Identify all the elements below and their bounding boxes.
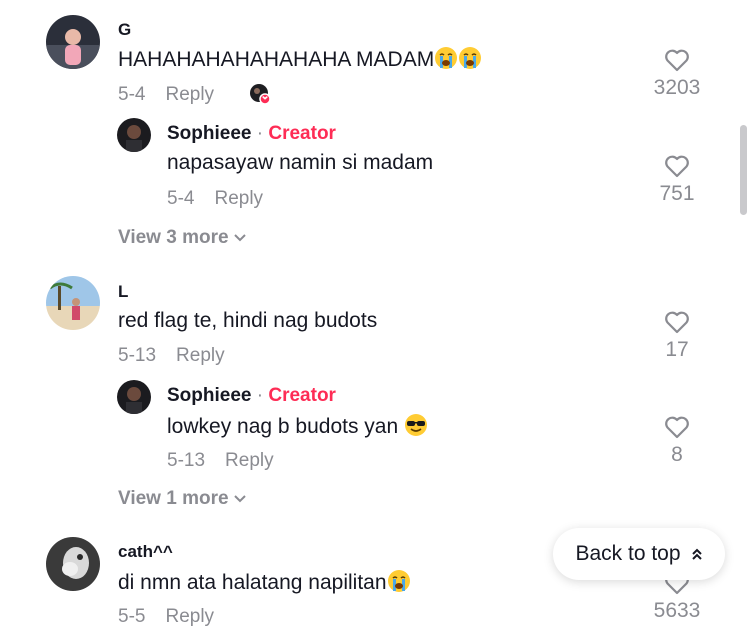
heart-icon — [665, 49, 689, 72]
double-chevron-up-icon — [691, 548, 702, 560]
comment-username[interactable]: L — [118, 282, 128, 302]
loudly-crying-face-emoji — [458, 46, 482, 76]
loudly-crying-face-emoji — [434, 46, 458, 76]
comment-text: red flag te, hindi nag budots — [118, 309, 378, 332]
avatar[interactable] — [46, 15, 100, 69]
heart-icon — [665, 416, 689, 439]
heart-icon — [665, 155, 689, 178]
reply-text: lowkey nag b budots yan — [167, 413, 428, 443]
back-to-top-label: Back to top — [575, 542, 681, 565]
like-button[interactable]: 8 — [647, 415, 707, 467]
avatar[interactable] — [46, 276, 100, 330]
like-count: 5633 — [653, 599, 701, 622]
like-button[interactable]: 3203 — [647, 48, 707, 100]
like-count: 8 — [671, 443, 683, 466]
comment-meta: 5-13 Reply — [118, 345, 225, 367]
reply-button[interactable]: Reply — [225, 450, 274, 471]
comment-text-content: di nmn ata halatang napilitan — [118, 571, 387, 594]
avatar[interactable] — [117, 118, 151, 152]
view-more-replies-button[interactable]: View 3 more — [118, 227, 247, 249]
comment-date: 5-13 — [118, 345, 157, 366]
like-button[interactable]: 17 — [647, 310, 707, 362]
like-count: 17 — [665, 338, 689, 361]
comment-date: 5-5 — [118, 606, 146, 627]
view-more-label: View 3 more — [118, 227, 229, 248]
back-to-top-button[interactable]: Back to top — [553, 528, 725, 580]
comment-username[interactable]: cath^^ — [118, 542, 173, 562]
reply-date: 5-13 — [167, 450, 206, 471]
loudly-crying-face-emoji — [387, 569, 411, 599]
avatar[interactable] — [117, 380, 151, 414]
comment-text: HAHAHAHAHAHAHAHA MADAM — [118, 46, 482, 76]
like-count: 3203 — [653, 76, 701, 99]
comment-text: di nmn ata halatang napilitan — [118, 569, 411, 599]
chevron-down-icon — [233, 234, 246, 242]
scrollbar[interactable] — [740, 125, 747, 215]
comment-date: 5-4 — [118, 84, 146, 105]
comment-text-content: HAHAHAHAHAHAHAHA MADAM — [118, 48, 435, 71]
reply-button[interactable]: Reply — [165, 606, 214, 627]
view-more-label: View 1 more — [118, 488, 229, 509]
like-button[interactable]: 751 — [647, 154, 707, 206]
separator: · — [256, 385, 264, 406]
reply-username-text[interactable]: Sophieee — [167, 385, 251, 406]
reply-username[interactable]: Sophieee · Creator — [167, 385, 336, 407]
separator: · — [256, 123, 264, 144]
reply-button[interactable]: Reply — [176, 345, 225, 366]
creator-badge: Creator — [268, 123, 336, 144]
reply-button[interactable]: Reply — [214, 188, 263, 209]
comment-username[interactable]: G — [118, 20, 131, 40]
reply-username-text[interactable]: Sophieee — [167, 123, 251, 144]
creator-liked-avatar — [249, 83, 271, 105]
reply-meta: 5-13 Reply — [167, 450, 274, 472]
reply-button[interactable]: Reply — [165, 84, 214, 105]
reply-meta: 5-4 Reply — [167, 188, 263, 210]
chevron-down-icon — [233, 495, 246, 503]
sunglasses-face-emoji — [404, 413, 428, 443]
reply-username[interactable]: Sophieee · Creator — [167, 123, 336, 145]
heart-icon — [665, 311, 689, 334]
avatar[interactable] — [46, 537, 100, 591]
reply-date: 5-4 — [167, 188, 195, 209]
reply-text-content: lowkey nag b budots yan — [167, 415, 399, 438]
comment-meta: 5-4 Reply — [118, 84, 214, 106]
view-more-replies-button[interactable]: View 1 more — [118, 488, 247, 510]
reply-text: napasayaw namin si madam — [167, 151, 434, 174]
creator-badge: Creator — [268, 385, 336, 406]
like-count: 751 — [659, 182, 695, 205]
